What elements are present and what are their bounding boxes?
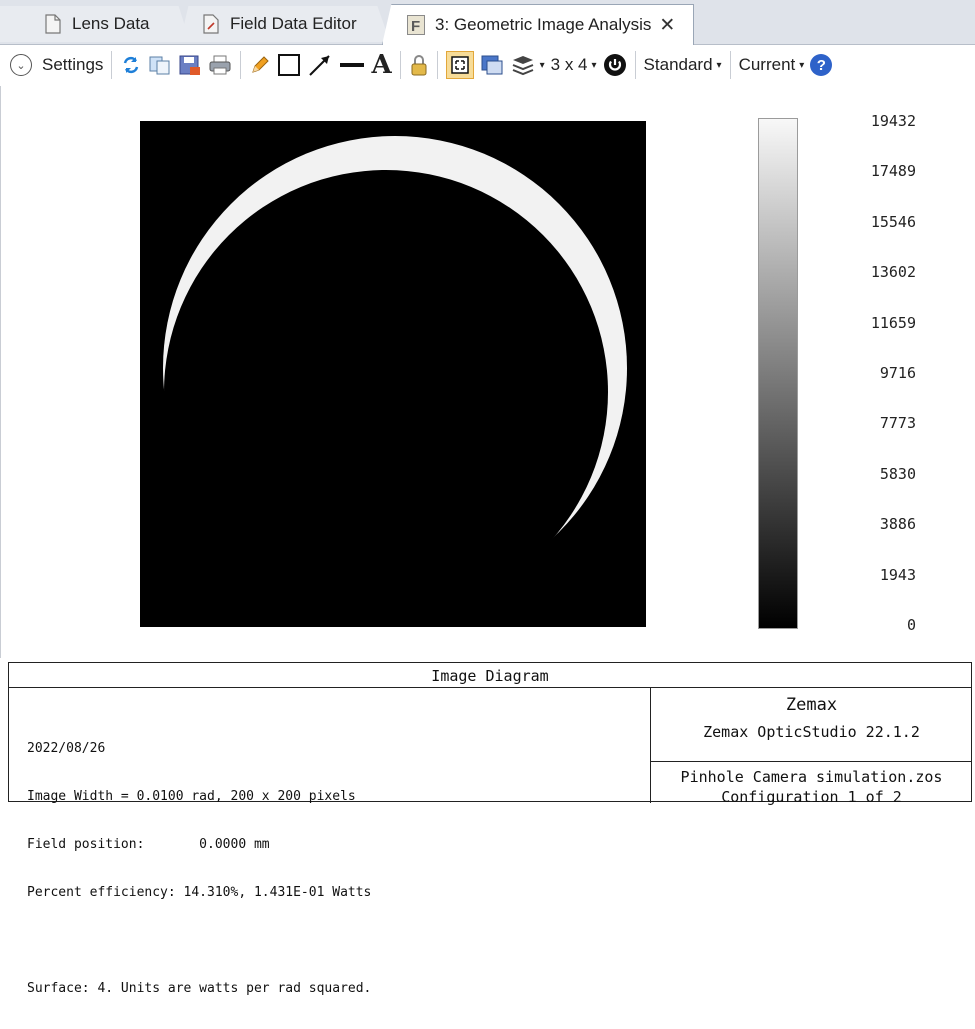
- toolbar-separator: [111, 51, 113, 79]
- file-block: Pinhole Camera simulation.zos Configurat…: [651, 767, 972, 807]
- tab-label: Field Data Editor: [230, 14, 357, 33]
- close-icon[interactable]: ✕: [659, 14, 675, 37]
- colorbar-tick-label: 3886: [879, 515, 916, 534]
- tab-field-data-editor[interactable]: Field Data Editor: [180, 6, 390, 42]
- configuration-label: Configuration 1 of 2: [721, 788, 902, 806]
- rectangle-icon[interactable]: [277, 50, 301, 80]
- tab-geometric-image-analysis[interactable]: F 3: Geometric Image Analysis ✕: [382, 4, 694, 45]
- info-right-panel: Zemax Zemax OpticStudio 22.1.2 Pinhole C…: [650, 687, 972, 806]
- dropdown-arrow-icon: ▾: [716, 59, 722, 71]
- layout-dropdown[interactable]: 3 x 4 ▾: [551, 50, 597, 80]
- colorbar-tick-label: 17489: [870, 162, 916, 181]
- text-icon[interactable]: A: [371, 50, 391, 80]
- image-diagram-plot: [140, 121, 646, 627]
- brand-block: Zemax Zemax OpticStudio 22.1.2: [651, 687, 972, 762]
- info-line-surface: Surface: 4. Units are watts per rad squa…: [27, 981, 372, 996]
- toolbar-separator: [399, 51, 401, 79]
- brand-name: Zemax: [785, 695, 838, 715]
- help-icon[interactable]: ?: [810, 54, 833, 76]
- toolbar-separator: [729, 51, 731, 79]
- colorbar: [758, 118, 798, 629]
- colorbar-tick-label: 1943: [879, 565, 916, 584]
- tab-label: 3: Geometric Image Analysis: [435, 15, 652, 34]
- standard-dropdown[interactable]: Standard ▾: [644, 50, 722, 80]
- colorbar-tick-label: 5830: [879, 464, 916, 483]
- f-letter-icon: F: [407, 15, 425, 35]
- power-icon[interactable]: [603, 50, 627, 80]
- software-version: Zemax OpticStudio 22.1.2: [703, 723, 920, 741]
- colorbar-tick-label: 15546: [870, 212, 916, 231]
- dropdown-arrow-icon: ▾: [591, 59, 597, 71]
- info-panel: Image Diagram 2022/08/26 Image Width = 0…: [8, 662, 972, 996]
- colorbar-tick-label: 11659: [870, 313, 916, 332]
- current-label: Current: [738, 55, 796, 74]
- info-text: 2022/08/26 Image Width = 0.0100 rad, 200…: [27, 709, 371, 1029]
- document-edit-icon: [202, 14, 220, 34]
- colorbar-tick-label: 7773: [879, 414, 916, 433]
- save-icon[interactable]: [178, 50, 202, 80]
- layers-icon[interactable]: ▾: [510, 50, 545, 80]
- colorbar-tick-label: 19432: [870, 112, 916, 130]
- colorbar-tick-label: 9716: [879, 364, 916, 382]
- toolbar-separator: [240, 51, 242, 79]
- info-line-width: Image Width = 0.0100 rad, 200 x 200 pixe…: [27, 789, 356, 804]
- fit-icon[interactable]: [445, 51, 474, 79]
- ring-image: [140, 121, 646, 627]
- colorbar-tick-label: 13602: [870, 263, 916, 282]
- toolbar-separator: [634, 51, 636, 79]
- copy-icon[interactable]: [148, 50, 172, 80]
- settings-button[interactable]: Settings: [42, 50, 103, 80]
- arrow-icon[interactable]: [307, 50, 333, 80]
- current-dropdown[interactable]: Current ▾: [739, 50, 805, 80]
- line-icon[interactable]: [339, 50, 365, 80]
- colorbar-tick-label: 0: [906, 616, 916, 634]
- lock-icon[interactable]: [409, 50, 429, 80]
- refresh-icon[interactable]: [120, 50, 142, 80]
- chevron-down-icon[interactable]: ⌄: [10, 54, 32, 76]
- svg-text:F: F: [411, 18, 420, 35]
- layout-label: 3 x 4: [550, 55, 588, 74]
- dropdown-arrow-icon: ▾: [539, 59, 545, 71]
- print-icon[interactable]: [208, 50, 232, 80]
- info-line-blank: [27, 933, 371, 949]
- standard-label: Standard: [643, 55, 713, 74]
- window-icon[interactable]: [480, 50, 504, 80]
- info-line-date: 2022/08/26: [27, 741, 106, 756]
- document-icon: [44, 14, 62, 34]
- toolbar-separator: [436, 51, 438, 79]
- tab-label: Lens Data: [72, 14, 150, 33]
- tab-strip: Lens Data Field Data Editor F 3: Geometr…: [0, 0, 975, 45]
- toolbar: ⌄ Settings A ▾ 3 x 4 ▾ Standard ▾ Curren…: [0, 45, 975, 85]
- tab-lens-data[interactable]: Lens Data: [0, 6, 190, 42]
- dropdown-arrow-icon: ▾: [799, 59, 805, 71]
- info-title: Image Diagram: [9, 663, 971, 688]
- pencil-icon[interactable]: [249, 50, 271, 80]
- file-name: Pinhole Camera simulation.zos: [680, 768, 943, 786]
- info-line-efficiency: Percent efficiency: 14.310%, 1.431E-01 W…: [27, 885, 372, 900]
- info-line-field: Field position: 0.0000 mm: [27, 837, 270, 852]
